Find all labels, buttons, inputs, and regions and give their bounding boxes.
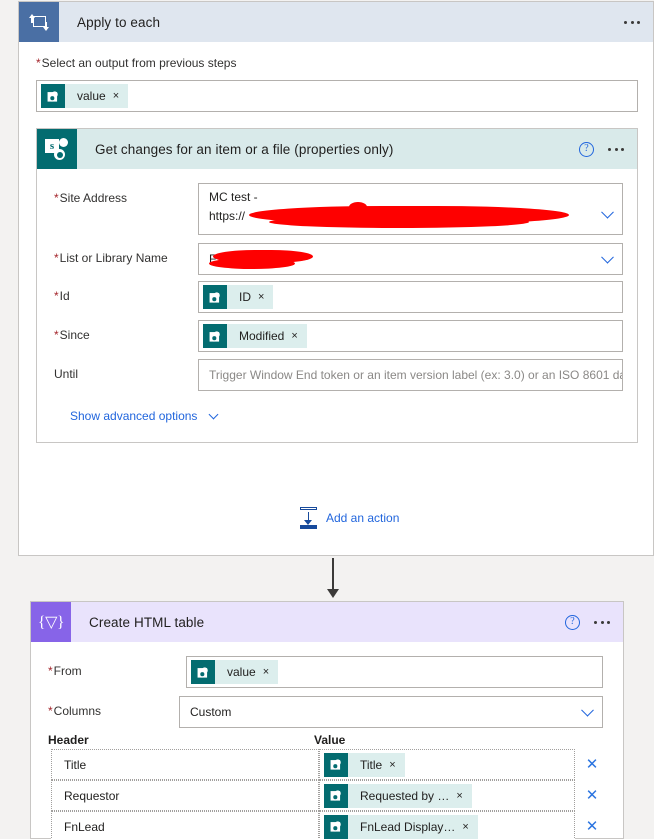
id-input[interactable]: s ID × (198, 281, 623, 313)
id-label: *Id (54, 289, 70, 303)
since-label: *Since (54, 328, 90, 342)
header-cell-input[interactable]: Requestor (51, 780, 319, 811)
create-html-table-title: Create HTML table (89, 614, 205, 630)
delete-row-button[interactable]: ✕ (575, 788, 609, 803)
create-html-table-card: {▽} Create HTML table ? *From s value × (30, 601, 624, 839)
table-row: Requestor s Requested by … × ✕ (51, 780, 609, 811)
chevron-down-icon[interactable] (581, 703, 594, 717)
get-changes-more-button[interactable] (608, 147, 627, 151)
token-remove-icon[interactable]: × (291, 330, 306, 342)
value-cell-input[interactable]: s FnLead Display… × (319, 811, 575, 839)
delete-row-button[interactable]: ✕ (575, 757, 609, 772)
until-placeholder: Trigger Window End token or an item vers… (209, 368, 622, 382)
help-icon[interactable]: ? (565, 614, 580, 630)
chevron-down-icon[interactable] (601, 250, 614, 264)
select-output-label: *Select an output from previous steps (36, 56, 237, 70)
columns-label: *Columns (48, 704, 102, 718)
token-chip[interactable]: s Modified × (203, 324, 307, 348)
add-action-icon (299, 507, 318, 529)
token-label: FnLead Display… (360, 819, 456, 834)
sharepoint-icon: s (191, 660, 215, 684)
site-address-input[interactable]: MC test - https:// (198, 183, 623, 235)
apply-to-each-title: Apply to each (77, 14, 161, 30)
sharepoint-icon: s (37, 129, 77, 169)
token-label: Requested by … (360, 788, 450, 803)
flow-connector-arrow (327, 558, 339, 602)
value-cell-input[interactable]: s Requested by … × (319, 780, 575, 811)
token-chip[interactable]: s Requested by … × (324, 783, 472, 808)
table-row: Title s Title × ✕ (51, 749, 609, 780)
site-address-redaction (249, 202, 569, 228)
token-label: value (227, 665, 256, 679)
header-cell-value: Requestor (64, 788, 120, 803)
sharepoint-icon: s (41, 84, 65, 108)
token-chip[interactable]: s value × (191, 660, 279, 684)
header-cell-input[interactable]: Title (51, 749, 319, 780)
token-chip[interactable]: s ID × (203, 285, 274, 309)
list-library-label: *List or Library Name (54, 251, 168, 265)
select-output-input[interactable]: s value × (36, 80, 638, 112)
apply-to-each-more-button[interactable] (624, 20, 643, 24)
header-cell-value: Title (64, 757, 87, 772)
help-icon[interactable]: ? (579, 141, 594, 157)
token-label: Title (360, 757, 383, 772)
token-remove-icon[interactable]: × (113, 90, 128, 102)
apply-to-each-card: Apply to each *Select an output from pre… (18, 1, 654, 556)
token-remove-icon[interactable]: × (263, 666, 278, 678)
get-changes-card: s Get changes for an item or a file (pro… (36, 128, 638, 443)
header-column-label: Header (48, 733, 89, 747)
header-cell-value: FnLead (64, 819, 105, 834)
add-an-action-label: Add an action (326, 511, 400, 525)
from-label: *From (48, 664, 82, 678)
token-label: ID (239, 290, 251, 304)
token-label: value (77, 89, 106, 103)
loop-icon (19, 2, 59, 42)
chevron-down-icon (208, 409, 219, 420)
token-label: Modified (239, 329, 285, 343)
site-address-line1: MC test - (209, 190, 258, 204)
table-row: FnLead s FnLead Display… × ✕ (51, 811, 609, 839)
show-advanced-options-button[interactable]: Show advanced options (70, 407, 219, 425)
token-remove-icon[interactable]: × (258, 291, 273, 303)
get-changes-header[interactable]: s Get changes for an item or a file (pro… (37, 129, 637, 169)
token-remove-icon[interactable]: × (389, 759, 404, 771)
get-changes-title: Get changes for an item or a file (prope… (95, 141, 394, 157)
list-library-redaction (209, 250, 313, 269)
flow-designer-canvas: Apply to each *Select an output from pre… (0, 0, 654, 839)
columns-dropdown[interactable]: Custom (179, 696, 603, 728)
site-address-label: *Site Address (54, 191, 128, 205)
create-html-table-more-button[interactable] (594, 620, 613, 624)
until-input[interactable]: Trigger Window End token or an item vers… (198, 359, 623, 391)
token-chip[interactable]: s Title × (324, 752, 405, 777)
list-library-input[interactable]: F (198, 243, 623, 275)
token-remove-icon[interactable]: × (462, 821, 477, 833)
delete-row-button[interactable]: ✕ (575, 819, 609, 834)
sharepoint-icon: s (203, 285, 227, 309)
columns-value: Custom (190, 705, 232, 719)
sharepoint-icon: s (203, 324, 227, 348)
data-operation-icon: {▽} (31, 602, 71, 642)
from-input[interactable]: s value × (186, 656, 603, 688)
value-cell-input[interactable]: s Title × (319, 749, 575, 780)
value-column-label: Value (314, 733, 346, 747)
token-remove-icon[interactable]: × (456, 790, 471, 802)
sharepoint-icon: s (324, 814, 348, 839)
header-cell-input[interactable]: FnLead (51, 811, 319, 839)
token-chip[interactable]: s value × (41, 84, 129, 108)
token-chip[interactable]: s FnLead Display… × (324, 814, 478, 839)
until-label: Until (54, 367, 79, 381)
sharepoint-icon: s (324, 783, 348, 808)
add-an-action-button[interactable]: Add an action (299, 507, 399, 529)
sharepoint-icon: s (324, 752, 348, 777)
create-html-table-header[interactable]: {▽} Create HTML table ? (31, 602, 623, 642)
apply-to-each-header[interactable]: Apply to each (19, 2, 653, 42)
since-input[interactable]: s Modified × (198, 320, 623, 352)
